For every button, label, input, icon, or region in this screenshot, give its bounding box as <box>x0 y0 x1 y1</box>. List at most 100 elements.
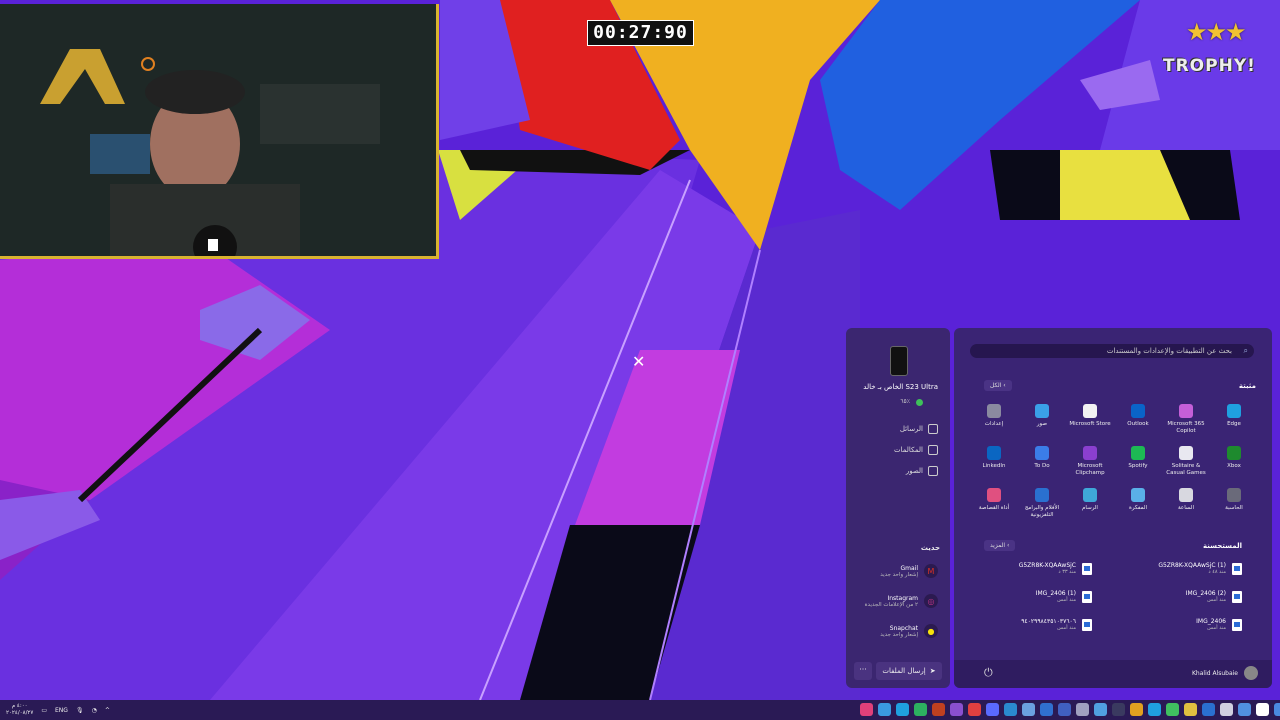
pinned-app[interactable]: Microsoft Clipchamp <box>1066 446 1114 477</box>
app-label: Solitaire & Casual Games <box>1166 463 1206 476</box>
taskbar-app-icon[interactable] <box>1256 703 1269 716</box>
trophy-label: TROPHY! <box>1163 56 1256 76</box>
network-icon[interactable]: ◔ <box>92 707 97 714</box>
taskbar-app-icon[interactable] <box>1274 703 1280 716</box>
taskbar-app-icon[interactable] <box>950 703 963 716</box>
pinned-app[interactable]: الحاسبة <box>1210 488 1258 512</box>
app-label: الرسام <box>1082 505 1098 511</box>
taskbar-app-icon[interactable] <box>1220 703 1233 716</box>
user-account[interactable]: Khalid Alsubaie <box>1192 666 1258 680</box>
taskbar-app-icon[interactable] <box>860 703 873 716</box>
send-icon: ➤ <box>929 667 936 675</box>
microphone-icon[interactable]: 🎙 <box>76 707 84 714</box>
pinned-app[interactable]: إعدادات <box>970 404 1018 428</box>
recommended-item[interactable]: IMG_2406 منذ أمس <box>1112 618 1242 631</box>
taskbar-app-icon[interactable] <box>878 703 891 716</box>
taskbar-app-icon[interactable] <box>896 703 909 716</box>
phone-item-messages[interactable]: الرسائل <box>900 424 938 434</box>
taskbar-app-icon[interactable] <box>1112 703 1125 716</box>
all-apps-button[interactable]: الكل ‹ <box>984 380 1012 391</box>
pinned-app[interactable]: Microsoft Store <box>1066 404 1114 428</box>
pinned-app[interactable]: الساعة <box>1162 488 1210 512</box>
app-label: أداة القصاصة <box>978 505 1010 511</box>
taskbar-app-icon[interactable] <box>986 703 999 716</box>
pinned-app[interactable]: الأفلام والبرامج التلفزيونية <box>1018 488 1066 519</box>
app-label: LinkedIn <box>982 463 1006 469</box>
taskbar-app-icon[interactable] <box>968 703 981 716</box>
pinned-app[interactable]: Spotify <box>1114 446 1162 470</box>
taskbar-app-icon[interactable] <box>1148 703 1161 716</box>
clock[interactable]: ٤:٠٠ م ٢٠٢٤/٠٨/٢٧ <box>6 703 33 717</box>
pinned-app[interactable]: Edge <box>1210 404 1258 428</box>
taskbar-app-icon[interactable] <box>1040 703 1053 716</box>
pinned-app[interactable]: الرسام <box>1066 488 1114 512</box>
phone-item-calls[interactable]: المكالمات <box>894 445 938 455</box>
taskbar-app-icon[interactable] <box>1130 703 1143 716</box>
recommended-item[interactable]: G5ZR8K-XQAAwSjC (1) منذ ٤٨ د <box>1112 562 1242 575</box>
recommended-item[interactable]: IMG_2406 (1) منذ أمس <box>962 590 1092 603</box>
recent-title: حديث <box>920 544 940 552</box>
more-options-button[interactable]: ··· <box>854 662 872 680</box>
search-input[interactable]: بحث عن التطبيقات والإعدادات والمستندات ⌕ <box>970 344 1254 358</box>
taskbar-app-icon[interactable] <box>1094 703 1107 716</box>
app-icon <box>1083 488 1097 502</box>
taskbar-app-icon[interactable] <box>914 703 927 716</box>
pinned-app[interactable]: To Do <box>1018 446 1066 470</box>
pinned-app[interactable]: Microsoft 365 Copilot <box>1162 404 1210 435</box>
taskbar-app-icon[interactable] <box>1202 703 1215 716</box>
star-rating: ★★★ <box>1186 18 1247 46</box>
pinned-app[interactable]: أداة القصاصة <box>970 488 1018 512</box>
taskbar-app-icon[interactable] <box>1184 703 1197 716</box>
app-icon <box>987 488 1001 502</box>
phone-item-photos[interactable]: الصور <box>906 466 938 476</box>
recommended-item[interactable]: ٩٤٠٢٩٩٨٤٣٥١٠٣٧٦٠٦ منذ أمس <box>962 618 1092 631</box>
file-time: منذ ٤٨ د <box>1208 569 1226 575</box>
taskbar-app-icon[interactable] <box>1166 703 1179 716</box>
start-menu: بحث عن التطبيقات والإعدادات والمستندات ⌕… <box>954 328 1272 688</box>
send-files-bar: ··· إرسال الملفات ➤ <box>854 662 942 680</box>
chevron-up-icon[interactable]: ^ <box>105 707 110 714</box>
app-label: Spotify <box>1128 463 1148 469</box>
pinned-app[interactable]: LinkedIn <box>970 446 1018 470</box>
taskbar-app-icon[interactable] <box>1022 703 1035 716</box>
pinned-app[interactable]: المفكرة <box>1114 488 1162 512</box>
pinned-app[interactable]: Xbox <box>1210 446 1258 470</box>
send-files-label: إرسال الملفات <box>882 667 926 675</box>
more-button[interactable]: المزيد ‹ <box>984 540 1016 551</box>
notification-icon[interactable]: ▭ <box>41 707 47 714</box>
pinned-app[interactable]: Outlook <box>1114 404 1162 428</box>
photo-icon <box>928 466 938 476</box>
phone-icon <box>928 445 938 455</box>
search-placeholder: بحث عن التطبيقات والإعدادات والمستندات <box>1106 347 1232 355</box>
app-icon <box>1179 446 1193 460</box>
pinned-title: مثبتة <box>1238 382 1256 390</box>
app-label: Microsoft 365 Copilot <box>1167 421 1205 434</box>
taskbar-app-icon[interactable] <box>1076 703 1089 716</box>
pinned-app[interactable]: Solitaire & Casual Games <box>1162 446 1210 477</box>
pinned-app[interactable]: صور <box>1018 404 1066 428</box>
file-name: G5ZR8K-XQAAwSjC <box>1018 562 1076 569</box>
recommended-title: المستحسنة <box>1203 542 1242 550</box>
instagram-icon: ◎ <box>924 594 938 608</box>
clock-date: ٢٠٢٤/٠٨/٢٧ <box>6 710 34 716</box>
taskbar-app-icon[interactable] <box>1238 703 1251 716</box>
send-files-button[interactable]: إرسال الملفات ➤ <box>876 662 942 680</box>
phone-device-icon <box>890 346 908 376</box>
taskbar-app-icon[interactable] <box>1058 703 1071 716</box>
notification-snapchat[interactable]: Snapchat إشعار واحد جديد ● <box>880 624 938 638</box>
recommended-item[interactable]: G5ZR8K-XQAAwSjC منذ ٣٣ د <box>962 562 1092 575</box>
file-icon <box>1082 562 1092 575</box>
app-label: Xbox <box>1227 463 1241 469</box>
app-icon <box>1227 488 1241 502</box>
notification-app: Snapchat <box>889 624 918 632</box>
taskbar-app-icon[interactable] <box>1004 703 1017 716</box>
notification-instagram[interactable]: Instagram ٢ من الإعلامات الجديدة ◎ <box>865 594 938 608</box>
file-icon <box>1082 590 1092 603</box>
recommended-item[interactable]: IMG_2406 (2) منذ أمس <box>1112 590 1242 603</box>
notification-desc: إشعار واحد جديد <box>880 571 918 578</box>
power-icon[interactable]: ⏻ <box>984 666 993 680</box>
language-indicator[interactable]: ENG <box>55 707 68 714</box>
notification-gmail[interactable]: Gmail إشعار واحد جديد M <box>880 564 938 578</box>
snapchat-icon: ● <box>924 624 938 638</box>
taskbar-app-icon[interactable] <box>932 703 945 716</box>
